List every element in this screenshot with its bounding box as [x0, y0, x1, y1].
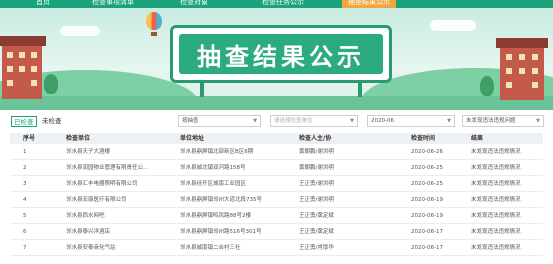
chevron-down-icon: ▼	[350, 118, 354, 124]
cell-inspectors: 王正勇/黄定斌	[299, 213, 334, 219]
cell-unit: 邻水县泰兴洋酒店	[66, 229, 111, 235]
cloud-decoration	[430, 20, 476, 31]
cell-inspectors: 黄朝鹏/谢洪明	[299, 149, 334, 155]
check-unit-select[interactable]: 请选择检查单位 ▼	[270, 115, 358, 127]
nav-item-check-list[interactable]: 检查事项清单	[92, 0, 134, 8]
hot-air-balloon-icon	[146, 12, 162, 30]
cell-unit: 邻水县润园物业管理有限责任公...	[66, 165, 149, 171]
top-nav: 首页 检查事项清单 检查对象 检查任务公示 抽查结果公示	[0, 0, 553, 8]
nav-item-home[interactable]: 首页	[36, 0, 50, 8]
column-header-unit: 检查单位	[66, 135, 91, 142]
check-type-select[interactable]: 按抽查 ▼	[178, 115, 261, 127]
table-row[interactable]: 2 邻水县润园物业管理有限责任公... 邻水县城北镇双河路158号 黄朝鹏/谢洪…	[10, 160, 543, 176]
cell-no: 6	[23, 229, 27, 235]
page-title: 抽查结果公示	[197, 42, 365, 71]
cell-date: 2020-06-25	[411, 165, 443, 171]
table-row[interactable]: 6 邻水县泰兴洋酒店 邻水县鼎屏镇邻州路516号301号 王正勇/黄定斌 202…	[10, 224, 543, 240]
building-illustration	[0, 36, 46, 99]
cell-date: 2020-06-25	[411, 181, 443, 187]
check-unit-placeholder: 请选择检查单位	[274, 118, 313, 124]
cell-no: 7	[23, 245, 27, 251]
cell-no: 2	[23, 165, 27, 171]
cell-unit: 邻水县西水网吧	[66, 213, 105, 219]
banner: 抽查结果公示	[0, 8, 553, 110]
table-row[interactable]: 5 邻水县西水网吧 邻水县鼎屏镇鸣凤路88号2楼 王正勇/黄定斌 2020-06…	[10, 208, 543, 224]
cell-address: 邻水县鼎屏镇北部新区B区6期	[180, 149, 254, 155]
chevron-down-icon: ▼	[253, 118, 257, 124]
cell-result: 未发现违法违规情况	[471, 149, 521, 155]
cell-address: 邻水县鼎屏镇邻州路516号301号	[180, 229, 262, 235]
table-row[interactable]: 7 邻水县安泰液化气站 邻水县城南镇二合村三社 王正勇/肖厚华 2020-06-…	[10, 240, 543, 256]
board-leg	[200, 83, 204, 97]
cell-date: 2020-06-17	[411, 245, 443, 251]
cell-address: 邻水县鼎屏镇邻州大道北段735号	[180, 197, 262, 203]
tree-decoration	[480, 76, 494, 96]
nav-item-task-notice[interactable]: 检查任务公示	[262, 0, 304, 8]
date-value: 2020-06	[371, 118, 394, 124]
ground-decoration	[0, 96, 553, 110]
result-value: 未发现违法违规问题	[466, 118, 516, 124]
cell-inspectors: 黄朝鹏/谢洪明	[299, 165, 334, 171]
cell-address: 邻水县城北镇双河路158号	[180, 165, 246, 171]
cell-result: 未发现违法违规情况	[471, 245, 521, 251]
check-type-value: 按抽查	[182, 118, 199, 124]
cell-date: 2020-06-19	[411, 197, 443, 203]
tab-unchecked[interactable]: 未检查	[40, 116, 64, 127]
cell-address: 邻水县经开区城南工业园区	[180, 181, 247, 187]
cell-no: 3	[23, 181, 27, 187]
column-header-address: 单位地址	[180, 135, 205, 142]
cell-inspectors: 王正勇/肖厚华	[299, 245, 334, 251]
cell-unit: 邻水县宏康医疗有限公司	[66, 197, 127, 203]
cell-address: 邻水县城南镇二合村三社	[180, 245, 241, 251]
board-leg	[358, 83, 362, 97]
cell-address: 邻水县鼎屏镇鸣凤路88号2楼	[180, 213, 251, 219]
title-board: 抽查结果公示	[170, 25, 392, 83]
cell-result: 未发现违法违规情况	[471, 229, 521, 235]
cell-result: 未发现违法违规情况	[471, 197, 521, 203]
cell-inspectors: 王正勇/谢洪明	[299, 181, 334, 187]
chevron-down-icon: ▼	[536, 118, 540, 124]
table-row[interactable]: 3 邻水县汇丰电器照明有限公司 邻水县经开区城南工业园区 王正勇/谢洪明 202…	[10, 176, 543, 192]
table-row[interactable]: 1 邻水县天子大酒楼 邻水县鼎屏镇北部新区B区6期 黄朝鹏/谢洪明 2020-0…	[10, 144, 543, 160]
nav-item-check-object[interactable]: 检查对象	[180, 0, 208, 8]
cell-date: 2020-06-17	[411, 229, 443, 235]
cell-date: 2020-06-19	[411, 213, 443, 219]
cell-no: 1	[23, 149, 27, 155]
result-select[interactable]: 未发现违法违规问题 ▼	[462, 115, 544, 127]
cell-result: 未发现违法违规情况	[471, 165, 521, 171]
cell-unit: 邻水县天子大酒楼	[66, 149, 111, 155]
column-header-no: 序号	[23, 135, 36, 142]
cell-inspectors: 王正勇/谢洪明	[299, 197, 334, 203]
tab-checked[interactable]: 已检查	[11, 116, 37, 127]
cell-result: 未发现违法违规情况	[471, 181, 521, 187]
nav-item-result-notice[interactable]: 抽查结果公示	[342, 0, 396, 8]
building-illustration	[496, 38, 548, 100]
column-header-result: 结果	[471, 135, 484, 142]
cell-result: 未发现违法违规情况	[471, 213, 521, 219]
chevron-down-icon: ▼	[447, 118, 451, 124]
cell-no: 4	[23, 197, 27, 203]
cell-no: 5	[23, 213, 27, 219]
filter-bar: 已检查 未检查 按抽查 ▼ 请选择检查单位 ▼ 2020-06 ▼ 未发现违法违…	[0, 114, 553, 128]
table-row[interactable]: 4 邻水县宏康医疗有限公司 邻水县鼎屏镇邻州大道北段735号 王正勇/谢洪明 2…	[10, 192, 543, 208]
cell-inspectors: 王正勇/黄定斌	[299, 229, 334, 235]
table-header: 序号 检查单位 单位地址 检查人主/协 检查时间 结果	[10, 133, 543, 144]
cell-unit: 邻水县安泰液化气站	[66, 245, 116, 251]
date-select[interactable]: 2020-06 ▼	[367, 115, 455, 127]
column-header-date: 检查时间	[411, 135, 436, 142]
column-header-inspectors: 检查人主/协	[299, 135, 332, 142]
cloud-decoration	[60, 26, 100, 36]
cell-unit: 邻水县汇丰电器照明有限公司	[66, 181, 138, 187]
tree-decoration	[44, 74, 58, 94]
balloon-basket	[151, 32, 157, 36]
cell-date: 2020-06-26	[411, 149, 443, 155]
